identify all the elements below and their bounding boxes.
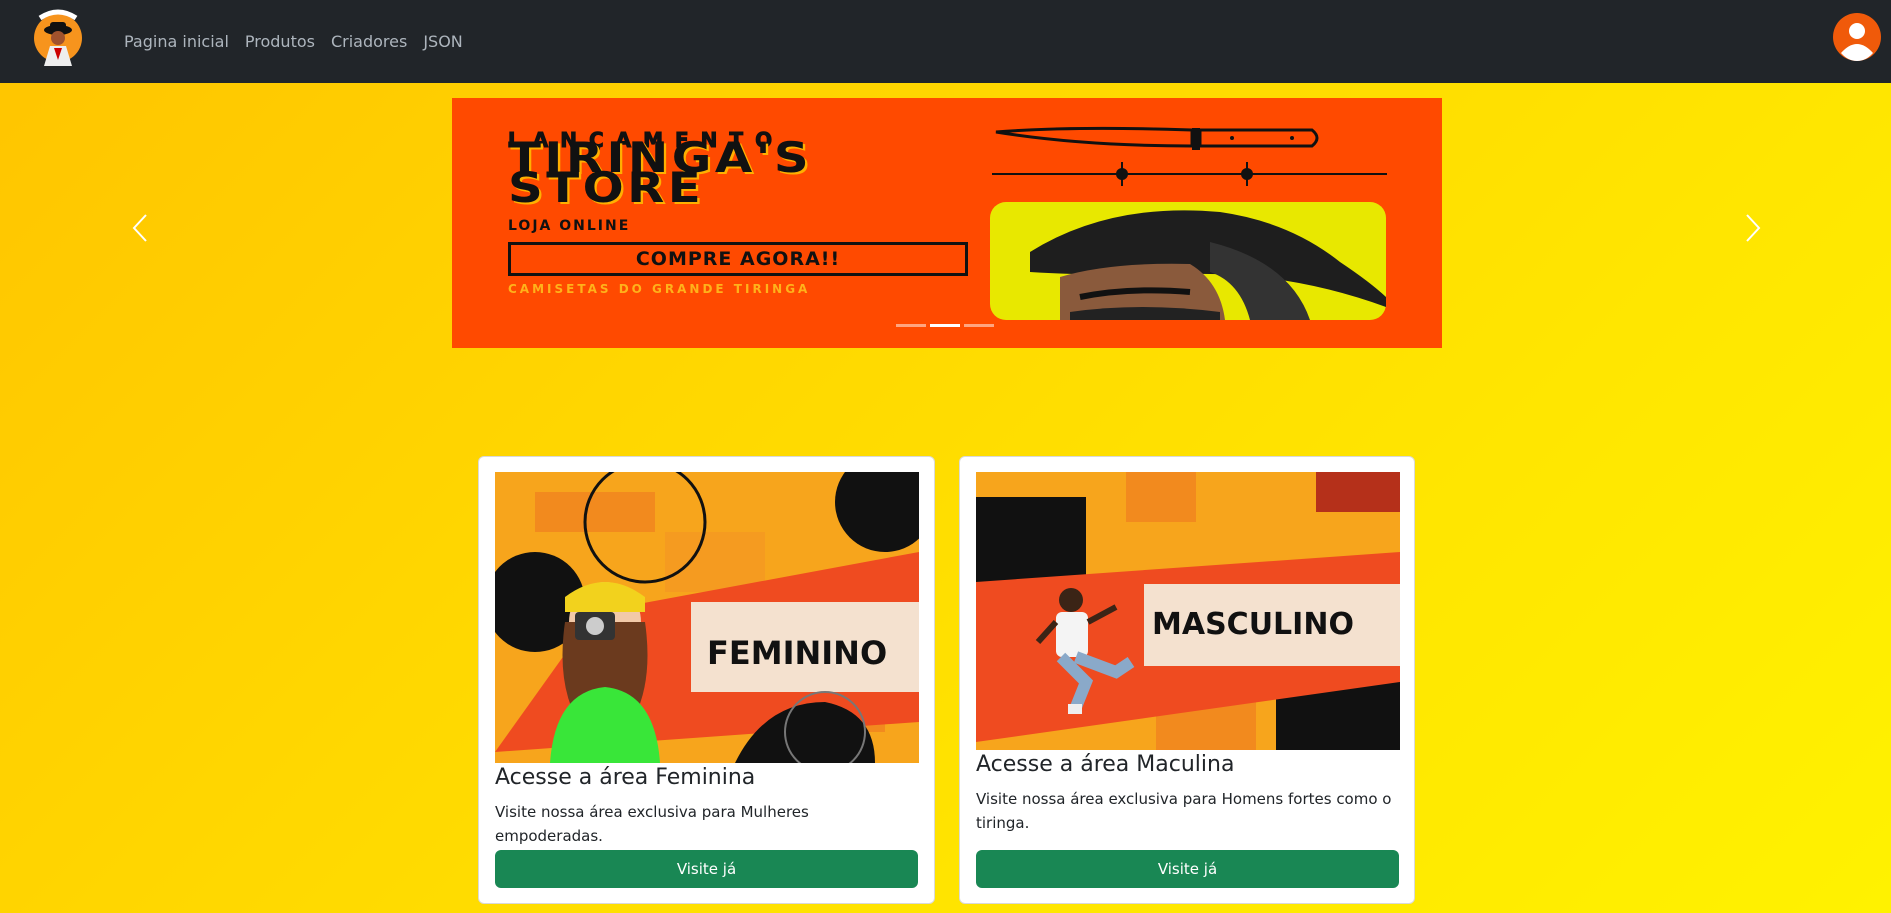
card-masculino: MASCULINO Acesse a área Maculina Visite … — [959, 456, 1415, 904]
visite-masculino-button[interactable]: Visite já — [976, 850, 1399, 888]
tiringa-portrait-image — [990, 202, 1386, 320]
carousel-prev-button[interactable] — [128, 212, 152, 244]
card-feminino: FEMININO Acesse a área Feminina Visite n… — [478, 456, 935, 904]
masculino-image-label: MASCULINO — [1152, 607, 1354, 642]
navbar: Pagina inicial Produtos Criadores JSON — [0, 0, 1891, 83]
banner-loja-online: LOJA ONLINE — [508, 218, 631, 234]
nav-link-produtos[interactable]: Produtos — [237, 32, 323, 51]
nav-links: Pagina inicial Produtos Criadores JSON — [124, 0, 471, 83]
user-icon[interactable] — [1833, 13, 1881, 61]
store-logo[interactable] — [26, 4, 90, 68]
banner-title-line2: STORE — [508, 163, 705, 212]
chevron-right-icon — [1746, 214, 1761, 242]
nav-link-home[interactable]: Pagina inicial — [124, 32, 237, 51]
masculino-image: MASCULINO — [976, 472, 1400, 750]
card-title: Acesse a área Maculina — [976, 752, 1235, 777]
nav-link-criadores[interactable]: Criadores — [323, 32, 415, 51]
feminino-image: FEMININO — [495, 472, 919, 763]
banner-camisetas: CAMISETAS DO GRANDE TIRINGA — [508, 282, 811, 296]
chevron-left-icon — [132, 214, 147, 242]
carousel-indicator-2[interactable] — [930, 324, 960, 327]
carousel-next-button[interactable] — [1741, 212, 1765, 244]
carousel-indicators — [896, 324, 994, 327]
card-title: Acesse a área Feminina — [495, 765, 756, 790]
carousel-indicator-1[interactable] — [896, 324, 926, 327]
banner-compre-text: COMPRE AGORA!! — [635, 248, 841, 270]
carousel-indicator-3[interactable] — [964, 324, 994, 327]
feminino-image-label: FEMININO — [707, 634, 887, 672]
card-text: Visite nossa área exclusiva para Homens … — [976, 790, 1392, 832]
visite-feminino-button[interactable]: Visite já — [495, 850, 918, 888]
card-text: Visite nossa área exclusiva para Mulhere… — [495, 803, 809, 845]
hero-carousel[interactable]: LANÇAMENTO TIRINGA'S STORE LOJA ONLINE C… — [452, 98, 1442, 348]
banner-compre-box: COMPRE AGORA!! — [508, 242, 968, 276]
nav-link-json[interactable]: JSON — [415, 32, 470, 51]
